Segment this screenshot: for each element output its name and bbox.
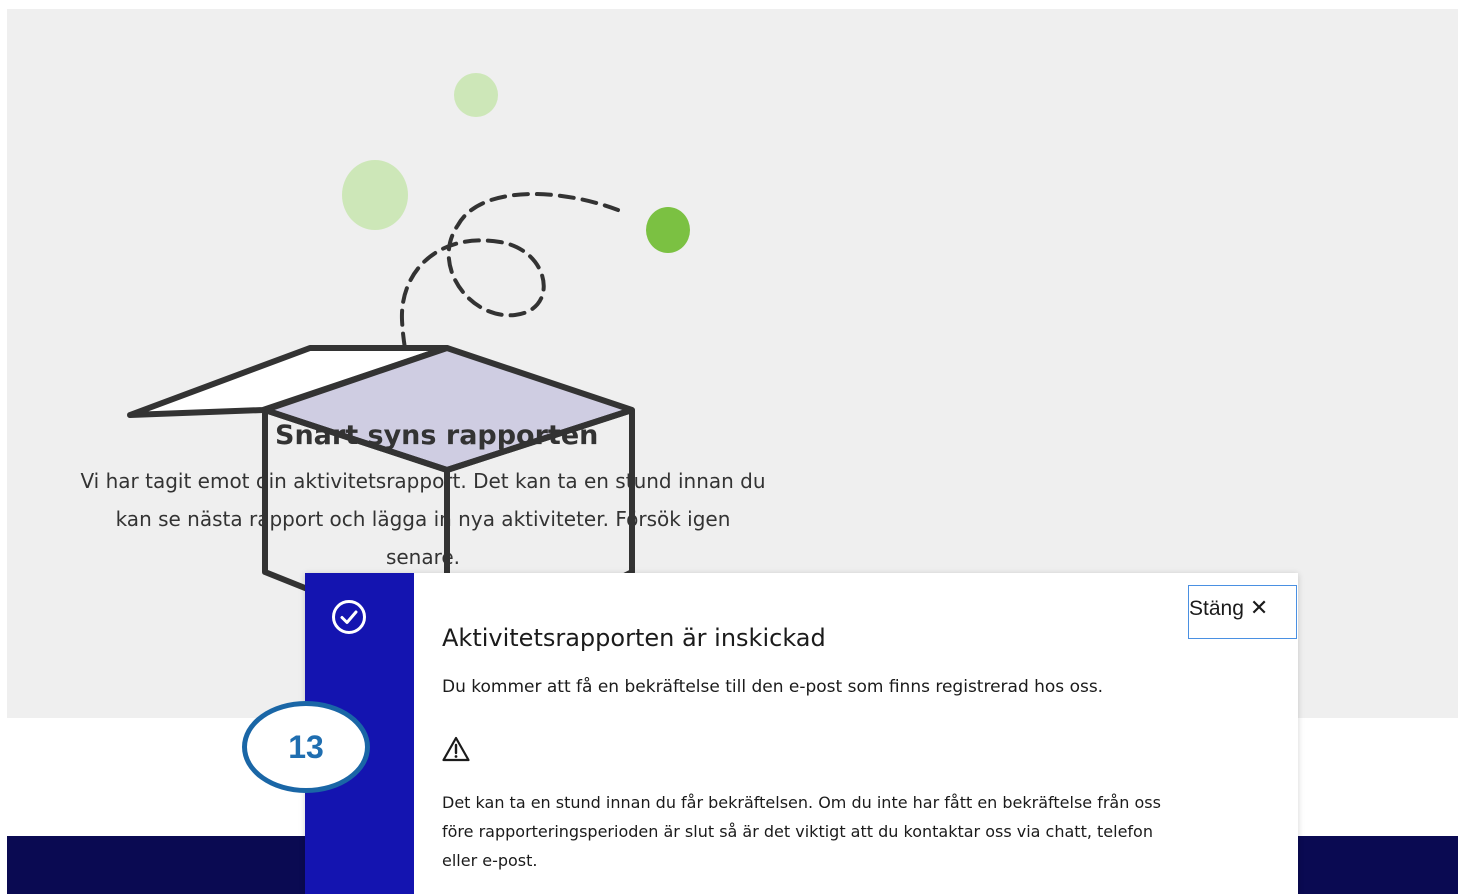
check-circle-icon bbox=[332, 600, 366, 634]
warning-icon bbox=[442, 736, 470, 762]
close-icon: ✕ bbox=[1249, 595, 1269, 620]
dialog-message: Du kommer att få en bekräftelse till den… bbox=[442, 677, 1104, 697]
status-message: Vi har tagit emot din aktivitetsrapport.… bbox=[80, 469, 766, 569]
light-green-dot-large bbox=[342, 160, 408, 230]
dialog-title: Aktivitetsrapporten är inskickad bbox=[442, 624, 826, 652]
close-button[interactable]: Stäng ✕ bbox=[1188, 585, 1297, 639]
step-number: 13 bbox=[288, 728, 324, 765]
confirmation-dialog: Aktivitetsrapporten är inskickad Du komm… bbox=[305, 573, 1298, 894]
status-title: Snart syns rapporten bbox=[275, 420, 599, 451]
close-button-label: Stäng bbox=[1189, 597, 1244, 620]
step-number-badge: 13 bbox=[242, 701, 370, 793]
green-dot bbox=[646, 207, 690, 253]
light-green-dot-small bbox=[454, 73, 498, 117]
dialog-warning-text: Det kan ta en stund innan du får bekräft… bbox=[442, 793, 1161, 870]
